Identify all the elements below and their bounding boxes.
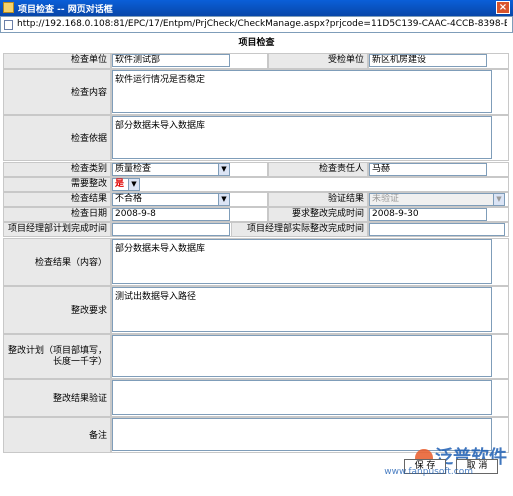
check-owner-input[interactable]: 马赫 <box>369 163 487 176</box>
check-basis-textarea[interactable]: 部分数据未导入数据库 <box>112 116 492 159</box>
required-time-input[interactable]: 2008-9-30 <box>369 208 487 221</box>
verify-result-select: 未验证 ▼ <box>369 193 505 206</box>
watermark-site: www.fanpusoft.com <box>384 467 473 477</box>
check-owner-label: 检查责任人 <box>268 162 368 177</box>
need-rectify-value: 是 <box>115 179 125 189</box>
form-heading: 项目检查 <box>238 38 275 48</box>
inspected-unit-label: 受检单位 <box>268 53 368 69</box>
check-content-label: 检查内容 <box>3 69 111 115</box>
plan-time-label: 项目经理部计划完成时间 <box>3 222 111 237</box>
verify-result-value: 未验证 <box>372 194 400 204</box>
chevron-down-icon: ▼ <box>493 194 504 205</box>
check-unit-input[interactable]: 软件测试部 <box>112 54 230 67</box>
rectify-req-label: 整改要求 <box>3 286 111 334</box>
need-rectify-select[interactable]: 是 ▼ <box>112 178 140 191</box>
result-content-textarea[interactable]: 部分数据未导入数据库 <box>112 239 492 284</box>
dialog-icon <box>3 2 14 13</box>
remark-label: 备注 <box>3 417 111 453</box>
check-type-select[interactable]: 质量检查 ▼ <box>112 163 230 176</box>
chevron-down-icon[interactable]: ▼ <box>218 194 229 205</box>
dialog-footer: 泛普软件 保 存 取 消 www.fanpusoft.com <box>0 447 513 496</box>
need-rectify-label: 需要整改 <box>3 177 111 192</box>
actual-time-label: 项目经理部实际整改完成时间 <box>231 222 368 237</box>
need-rectify-cell <box>111 177 509 192</box>
window-titlebar: 项目检查 -- 网页对话框 × <box>0 0 513 16</box>
actual-time-input[interactable] <box>369 223 505 236</box>
rectify-plan-label: 整改计划（项目部填写， 长度一千字） <box>3 334 111 379</box>
verify-result-label: 验证结果 <box>268 192 368 207</box>
rectify-plan-label-line2: 长度一千字） <box>52 357 107 367</box>
rectify-plan-textarea[interactable] <box>112 335 492 377</box>
rectify-plan-label-line1: 整改计划（项目部填写， <box>7 346 107 356</box>
rectify-verify-textarea[interactable] <box>112 380 492 415</box>
rectify-verify-label: 整改结果验证 <box>3 379 111 417</box>
plan-time-input[interactable] <box>112 223 230 236</box>
check-type-value: 质量检查 <box>115 164 152 174</box>
close-button[interactable]: × <box>496 1 510 14</box>
form-page: 项目检查 检查单位 软件测试部 受检单位 新区机房建设 检查内容 软件运行情况是… <box>0 33 513 496</box>
check-result-label: 检查结果 <box>3 192 111 207</box>
chevron-down-icon[interactable]: ▼ <box>218 164 229 175</box>
window-title: 项目检查 -- 网页对话框 <box>18 5 113 15</box>
page-icon <box>4 20 13 30</box>
check-type-label: 检查类别 <box>3 162 111 177</box>
check-result-select[interactable]: 不合格 ▼ <box>112 193 230 206</box>
inspected-unit-input[interactable]: 新区机房建设 <box>369 54 487 67</box>
check-unit-label: 检查单位 <box>3 53 111 69</box>
address-bar[interactable]: http://192.168.0.108:81/EPC/17/Entpm/Prj… <box>0 16 513 33</box>
rectify-req-textarea[interactable]: 测试出数据导入路径 <box>112 287 492 332</box>
check-date-input[interactable]: 2008-9-8 <box>112 208 230 221</box>
address-url[interactable]: http://192.168.0.108:81/EPC/17/Entpm/Prj… <box>17 19 507 29</box>
check-content-textarea[interactable]: 软件运行情况是否稳定 <box>112 70 492 113</box>
check-basis-label: 检查依据 <box>3 115 111 161</box>
chevron-down-icon[interactable]: ▼ <box>128 179 139 190</box>
required-time-label: 要求整改完成时间 <box>268 207 368 222</box>
result-content-label: 检查结果（内容） <box>3 238 111 286</box>
check-date-label: 检查日期 <box>3 207 111 222</box>
check-result-value: 不合格 <box>115 194 143 204</box>
